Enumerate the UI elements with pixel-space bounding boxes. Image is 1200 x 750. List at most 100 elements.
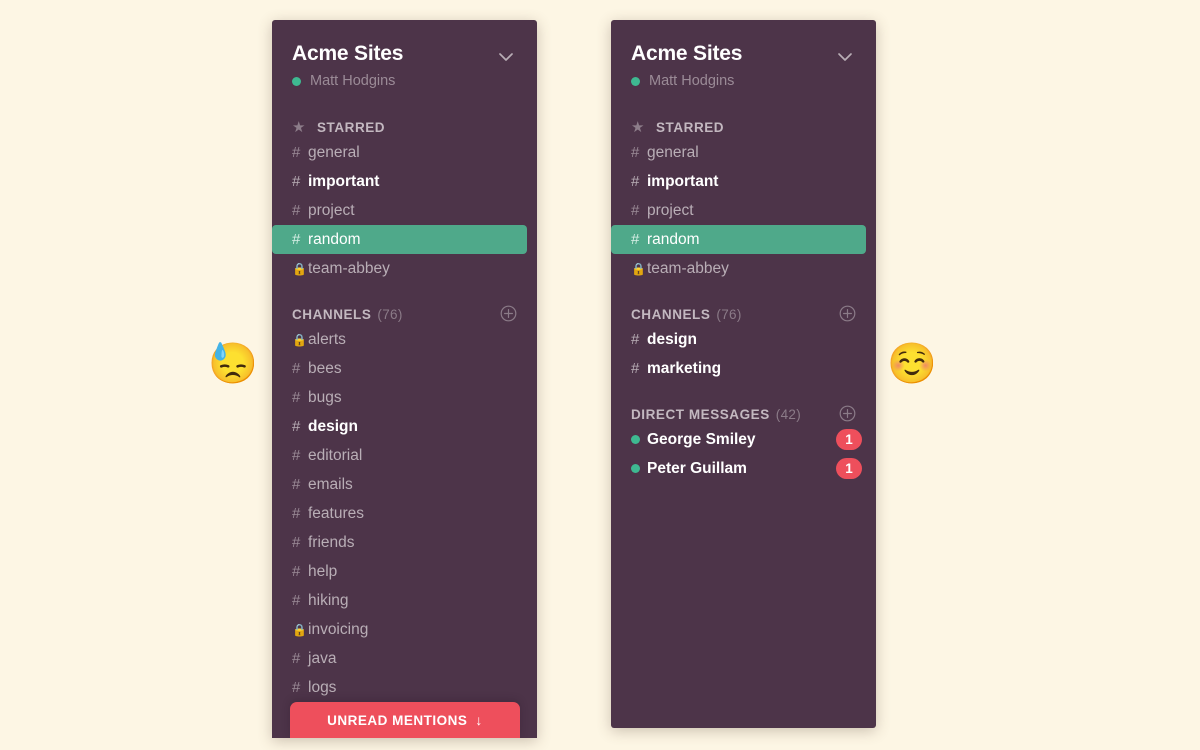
section-title-channels: CHANNELS [292,306,372,322]
channel-label: important [308,172,380,190]
hash-icon: # [292,388,301,406]
channel-row-hiking[interactable]: # hiking [272,586,537,615]
channel-row-random-selected[interactable]: # random [611,225,866,254]
hash-icon: # [631,230,640,248]
channel-row-team-abbey[interactable]: 🔒 team-abbey [611,254,876,283]
channel-row-editorial[interactable]: # editorial [272,441,537,470]
channel-row-help[interactable]: # help [272,557,537,586]
team-name: Acme Sites [292,42,404,65]
current-user-name: Matt Hodgins [649,73,735,89]
channel-row-general[interactable]: # general [611,138,876,167]
section-title-channels: CHANNELS [631,306,711,322]
dm-label: George Smiley [647,430,756,448]
direct-messages-count: (42) [775,406,801,422]
channel-label: design [647,330,697,348]
section-title-starred: STARRED [656,119,725,135]
star-icon: ★ [292,118,306,136]
dm-row-peter-guillam[interactable]: Peter Guillam 1 [611,454,876,483]
channel-row-team-abbey[interactable]: 🔒 team-abbey [272,254,537,283]
channel-row-general[interactable]: # general [272,138,537,167]
hash-icon: # [631,143,640,161]
current-user: Matt Hodgins [292,72,517,90]
channel-row-alerts[interactable]: 🔒 alerts [272,325,537,354]
dm-row-george-smiley[interactable]: George Smiley 1 [611,425,876,454]
channel-label: general [647,143,699,161]
hash-icon: # [631,330,640,348]
channel-label: marketing [647,359,722,377]
channel-label: invoicing [308,620,369,638]
team-header[interactable]: Acme Sites Matt Hodgins [611,20,876,90]
channel-label: random [647,230,700,248]
channel-row-marketing[interactable]: # marketing [611,354,876,383]
channel-row-important[interactable]: # important [272,167,537,196]
channel-label: bees [308,359,342,377]
channel-row-logs[interactable]: # logs [272,673,537,702]
lock-icon: 🔒 [631,261,646,276]
channel-label: important [647,172,719,190]
chevron-down-icon[interactable] [834,46,856,68]
hash-icon: # [292,504,301,522]
presence-dot-online-icon [631,76,640,86]
channel-row-bugs[interactable]: # bugs [272,383,537,412]
channel-row-project[interactable]: # project [272,196,537,225]
sidebar-panel-crowded: Acme Sites Matt Hodgins ★ STARRED # gene… [272,20,537,738]
channels-list: # design # marketing [611,325,876,383]
unread-mentions-label: UNREAD MENTIONS [327,712,468,728]
channel-row-friends[interactable]: # friends [272,528,537,557]
channel-row-invoicing[interactable]: 🔒 invoicing [272,615,537,644]
lock-icon: 🔒 [292,622,307,637]
channel-row-important[interactable]: # important [611,167,876,196]
plus-circle-icon[interactable] [839,305,856,322]
section-header-starred: ★ STARRED [272,116,537,138]
presence-dot-online-icon [292,76,301,86]
channel-row-bees[interactable]: # bees [272,354,537,383]
channel-row-features[interactable]: # features [272,499,537,528]
channel-row-random-selected[interactable]: # random [272,225,527,254]
channel-label: friends [308,533,355,551]
hash-icon: # [631,201,640,219]
hash-icon: # [292,359,301,377]
unread-mentions-button[interactable]: UNREAD MENTIONS ↓ [290,702,520,738]
plus-circle-icon[interactable] [839,405,856,422]
section-title-direct-messages: DIRECT MESSAGES [631,406,770,422]
sidebar-panel-clean: Acme Sites Matt Hodgins ★ STARRED # gene… [611,20,876,728]
hash-icon: # [292,678,301,696]
arrow-down-icon: ↓ [475,712,483,728]
hash-icon: # [292,201,301,219]
team-name: Acme Sites [631,42,743,65]
channel-label: random [308,230,361,248]
hash-icon: # [292,533,301,551]
hash-icon: # [292,475,301,493]
starred-list: # general # important # project # random… [272,138,537,283]
relieved-face-emoji: ☺️ [887,342,937,386]
channel-label: design [308,417,358,435]
channel-row-project[interactable]: # project [611,196,876,225]
hash-icon: # [292,230,301,248]
star-icon: ★ [631,118,645,136]
downcast-face-with-sweat-emoji: 😓 [208,342,258,386]
section-header-channels: CHANNELS (76) [272,303,537,325]
channel-label: alerts [308,330,346,348]
hash-icon: # [292,446,301,464]
section-header-channels: CHANNELS (76) [611,303,876,325]
channel-row-java[interactable]: # java [272,644,537,673]
channel-label: hiking [308,591,349,609]
hash-icon: # [292,417,301,435]
plus-circle-icon[interactable] [500,305,517,322]
unread-badge: 1 [836,429,862,450]
sidebar-right-content: Acme Sites Matt Hodgins ★ STARRED # gene… [611,20,876,728]
channel-label: features [308,504,365,522]
section-title-starred: STARRED [317,119,386,135]
channel-row-design[interactable]: # design [611,325,876,354]
channel-label: project [647,201,694,219]
team-header[interactable]: Acme Sites Matt Hodgins [272,20,537,90]
channel-label: team-abbey [308,259,390,277]
channel-row-design[interactable]: # design [272,412,537,441]
channel-row-emails[interactable]: # emails [272,470,537,499]
chevron-down-icon[interactable] [495,46,517,68]
hash-icon: # [292,649,301,667]
current-user: Matt Hodgins [631,72,856,90]
